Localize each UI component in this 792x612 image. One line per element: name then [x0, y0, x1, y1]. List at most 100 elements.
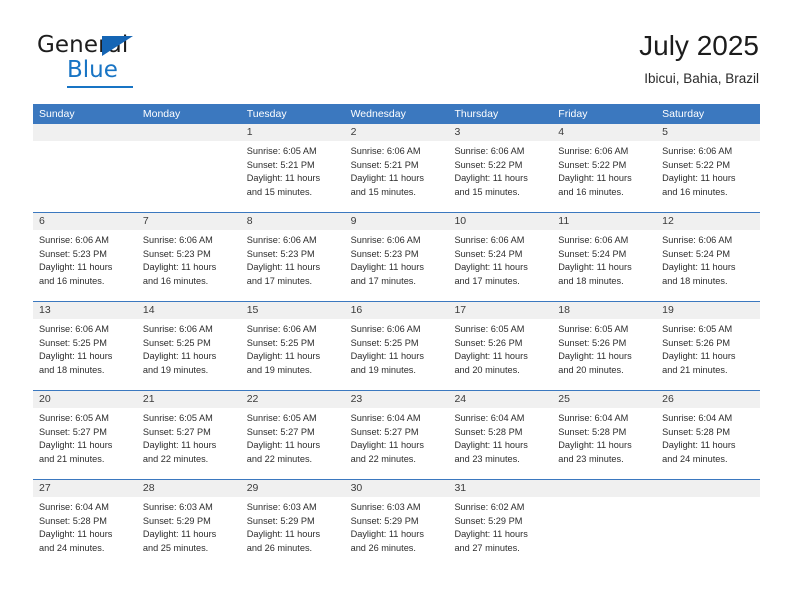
day-number[interactable]: 1 — [241, 124, 345, 141]
day-cell[interactable]: Sunrise: 6:06 AM Sunset: 5:24 PM Daylight:… — [656, 230, 760, 301]
day-detail-line: Sunrise: 6:03 AM — [142, 502, 213, 512]
day-cell[interactable]: Sunrise: 6:06 AM Sunset: 5:23 PM Daylight:… — [345, 230, 449, 301]
day-cell[interactable]: Sunrise: 6:06 AM Sunset: 5:22 PM Daylight:… — [448, 141, 552, 212]
day-number[interactable]: 16 — [345, 302, 449, 319]
weekday-header-saturday: Saturday — [662, 108, 705, 120]
day-cell[interactable]: Sunrise: 6:04 AM Sunset: 5:27 PM Daylight:… — [345, 408, 449, 479]
day-detail-line: Sunset: 5:23 PM — [350, 248, 419, 259]
day-cell[interactable]: Sunrise: 6:06 AM Sunset: 5:21 PM Daylight:… — [345, 141, 449, 212]
day-number-empty — [137, 124, 241, 141]
day-cell[interactable]: Sunrise: 6:06 AM Sunset: 5:22 PM Daylight:… — [552, 141, 656, 212]
day-cell[interactable]: Sunrise: 6:04 AM Sunset: 5:28 PM Daylight:… — [33, 497, 137, 568]
day-cell[interactable]: Sunrise: 6:04 AM Sunset: 5:28 PM Daylight:… — [448, 408, 552, 479]
day-number[interactable]: 21 — [137, 391, 241, 408]
day-number[interactable]: 15 — [241, 302, 345, 319]
weekday-header-wednesday: Wednesday — [350, 108, 406, 120]
day-number-band: 12345 — [33, 124, 760, 141]
day-number[interactable]: 22 — [241, 391, 345, 408]
day-number[interactable]: 30 — [345, 480, 449, 497]
day-detail-line: Sunrise: 6:05 AM — [39, 413, 109, 423]
page-title: July 2025 — [639, 30, 759, 61]
day-detail-line: and 19 minutes. — [350, 364, 416, 375]
day-detail-line: and 16 minutes. — [558, 186, 624, 197]
day-cell[interactable]: Sunrise: 6:06 AM Sunset: 5:25 PM Daylight:… — [137, 319, 241, 390]
day-number[interactable]: 3 — [448, 124, 552, 141]
day-number[interactable]: 23 — [345, 391, 449, 408]
general-blue-logo[interactable]: General Blue — [37, 34, 217, 94]
day-cell[interactable]: Sunrise: 6:05 AM Sunset: 5:26 PM Daylight:… — [552, 319, 656, 390]
day-cell[interactable]: Sunrise: 6:05 AM Sunset: 5:26 PM Daylight:… — [448, 319, 552, 390]
day-cell[interactable]: Sunrise: 6:06 AM Sunset: 5:24 PM Daylight:… — [448, 230, 552, 301]
day-cell[interactable]: Sunrise: 6:06 AM Sunset: 5:24 PM Daylight:… — [552, 230, 656, 301]
day-detail-line: and 22 minutes. — [350, 453, 416, 464]
day-detail-line: and 26 minutes. — [246, 542, 313, 553]
day-number[interactable]: 7 — [137, 213, 241, 230]
location-subtitle: Ibicui, Bahia, Brazil — [644, 71, 759, 86]
weekday-header-friday: Friday — [558, 108, 588, 120]
day-number[interactable]: 9 — [345, 213, 449, 230]
logo-text-blue: Blue — [67, 57, 118, 83]
day-number[interactable]: 25 — [552, 391, 656, 408]
day-number[interactable]: 18 — [552, 302, 656, 319]
day-detail-line: Sunset: 5:23 PM — [246, 248, 315, 259]
day-number[interactable]: 5 — [656, 124, 760, 141]
day-cell[interactable]: Sunrise: 6:05 AM Sunset: 5:27 PM Daylight:… — [241, 408, 345, 479]
day-number[interactable]: 4 — [552, 124, 656, 141]
day-detail-line: Sunset: 5:29 PM — [142, 515, 211, 526]
day-cell[interactable]: Sunrise: 6:04 AM Sunset: 5:28 PM Daylight:… — [552, 408, 656, 479]
day-cell[interactable]: Sunrise: 6:05 AM Sunset: 5:21 PM Daylight:… — [241, 141, 345, 212]
day-detail-line: Sunrise: 6:06 AM — [350, 324, 421, 334]
day-detail-line: Sunrise: 6:05 AM — [454, 324, 525, 334]
day-detail-line: Sunset: 5:27 PM — [142, 426, 211, 437]
day-detail-line: Daylight: 11 hours — [39, 440, 113, 451]
day-detail-line: Daylight: 11 hours — [142, 440, 217, 451]
day-cell[interactable]: Sunrise: 6:06 AM Sunset: 5:23 PM Daylight:… — [241, 230, 345, 301]
day-number[interactable]: 8 — [241, 213, 345, 230]
day-cell[interactable]: Sunrise: 6:05 AM Sunset: 5:27 PM Daylight:… — [137, 408, 241, 479]
day-cell[interactable]: Sunrise: 6:03 AM Sunset: 5:29 PM Daylight:… — [137, 497, 241, 568]
day-number[interactable]: 10 — [448, 213, 552, 230]
day-detail-line: and 19 minutes. — [246, 364, 313, 375]
day-detail-line: and 15 minutes. — [246, 186, 313, 197]
day-cell[interactable]: Sunrise: 6:06 AM Sunset: 5:25 PM Daylight:… — [33, 319, 137, 390]
day-number[interactable]: 2 — [345, 124, 449, 141]
day-number[interactable]: 24 — [448, 391, 552, 408]
day-detail-line: Daylight: 11 hours — [39, 529, 113, 540]
day-number[interactable]: 17 — [448, 302, 552, 319]
day-cell[interactable]: Sunrise: 6:06 AM Sunset: 5:25 PM Daylight:… — [241, 319, 345, 390]
day-detail-line: Sunset: 5:22 PM — [454, 159, 523, 170]
day-cell[interactable]: Sunrise: 6:04 AM Sunset: 5:28 PM Daylight:… — [656, 408, 760, 479]
day-number[interactable]: 31 — [448, 480, 552, 497]
day-detail-line: Daylight: 11 hours — [454, 440, 528, 451]
day-detail-line: Daylight: 11 hours — [350, 529, 424, 540]
day-cell[interactable]: Sunrise: 6:06 AM Sunset: 5:23 PM Daylight:… — [33, 230, 137, 301]
day-number[interactable]: 14 — [137, 302, 241, 319]
day-number[interactable]: 12 — [656, 213, 760, 230]
day-detail-line: Sunrise: 6:04 AM — [662, 413, 733, 423]
day-cell[interactable]: Sunrise: 6:06 AM Sunset: 5:22 PM Daylight:… — [656, 141, 760, 212]
day-cell[interactable]: Sunrise: 6:02 AM Sunset: 5:29 PM Daylight:… — [448, 497, 552, 568]
day-detail-line: Sunrise: 6:04 AM — [558, 413, 629, 423]
day-number[interactable]: 19 — [656, 302, 760, 319]
day-number[interactable]: 26 — [656, 391, 760, 408]
day-detail-line: Sunrise: 6:06 AM — [246, 324, 317, 334]
day-number[interactable]: 11 — [552, 213, 656, 230]
day-cell[interactable]: Sunrise: 6:06 AM Sunset: 5:23 PM Daylight:… — [137, 230, 241, 301]
day-number[interactable]: 13 — [33, 302, 137, 319]
day-number[interactable]: 27 — [33, 480, 137, 497]
day-number[interactable]: 20 — [33, 391, 137, 408]
day-cell[interactable]: Sunrise: 6:05 AM Sunset: 5:26 PM Daylight:… — [656, 319, 760, 390]
day-detail-line: Daylight: 11 hours — [558, 173, 632, 184]
day-cell[interactable]: Sunrise: 6:05 AM Sunset: 5:27 PM Daylight:… — [33, 408, 137, 479]
day-detail-line: Sunset: 5:25 PM — [350, 337, 419, 348]
day-cell[interactable]: Sunrise: 6:03 AM Sunset: 5:29 PM Daylight:… — [241, 497, 345, 568]
day-cell[interactable]: Sunrise: 6:06 AM Sunset: 5:25 PM Daylight:… — [345, 319, 449, 390]
day-cell[interactable]: Sunrise: 6:03 AM Sunset: 5:29 PM Daylight:… — [345, 497, 449, 568]
day-detail-line: Sunrise: 6:04 AM — [350, 413, 421, 423]
day-number[interactable]: 28 — [137, 480, 241, 497]
day-detail-line: Daylight: 11 hours — [142, 351, 217, 362]
calendar-week-row: 13 14 15 16 17 18 19 Sunrise: 6:06 AM Sunset: 5:… — [33, 301, 760, 390]
day-detail-line: Sunrise: 6:06 AM — [142, 235, 213, 245]
day-number[interactable]: 29 — [241, 480, 345, 497]
day-number[interactable]: 6 — [33, 213, 137, 230]
